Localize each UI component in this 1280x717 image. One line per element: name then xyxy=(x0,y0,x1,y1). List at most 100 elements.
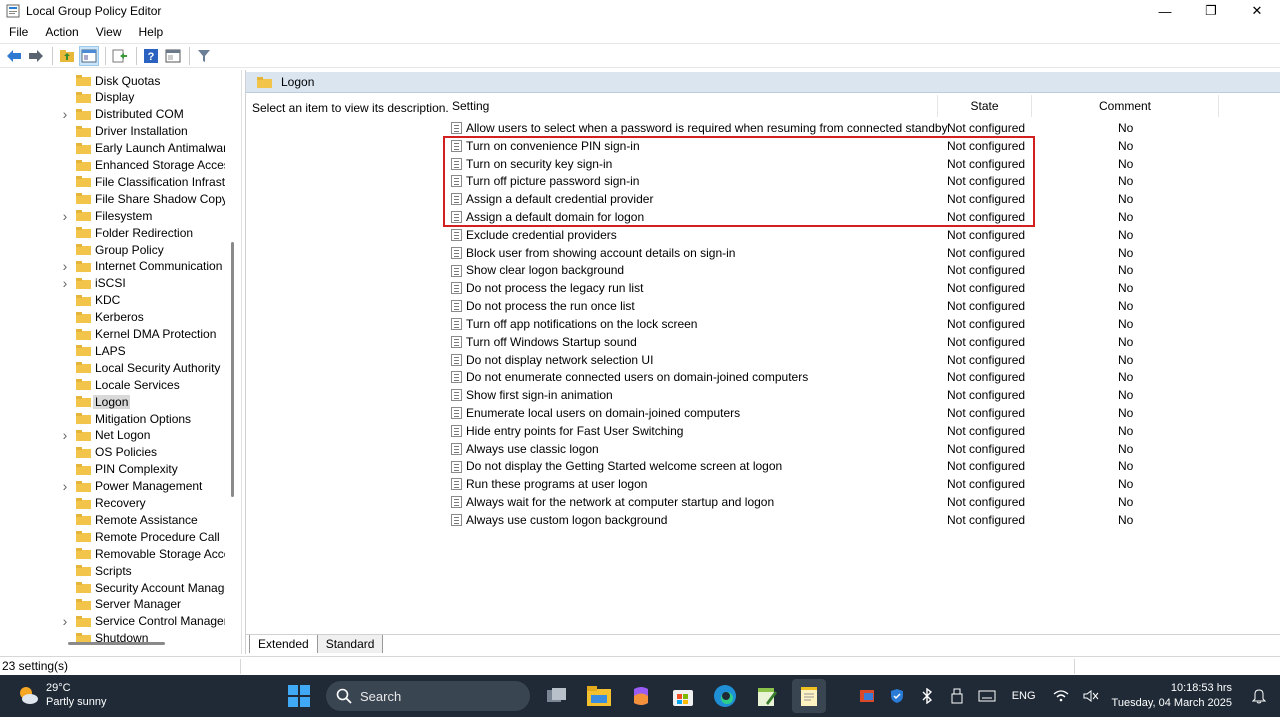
properties-button[interactable] xyxy=(163,46,183,66)
tree-item[interactable]: Scripts xyxy=(0,562,241,579)
usb-icon[interactable] xyxy=(946,685,968,707)
close-button[interactable]: ✕ xyxy=(1234,0,1280,22)
wifi-icon[interactable] xyxy=(1050,685,1072,707)
defender-tray-icon[interactable] xyxy=(886,685,908,707)
tree-pane[interactable]: Disk Quotas Display › Distributed COM Driver… xyxy=(0,70,242,654)
edge-button[interactable] xyxy=(708,679,742,713)
tree-item[interactable]: Enhanced Storage Access xyxy=(0,157,241,174)
tree-item[interactable]: › iSCSI xyxy=(0,275,241,292)
setting-row[interactable]: Always use classic logon Not configured No xyxy=(443,440,1243,458)
tree-item[interactable]: › Internet Communication M xyxy=(0,258,241,275)
tree-item[interactable]: Locale Services xyxy=(0,376,241,393)
setting-row[interactable]: Exclude credential providers Not configur… xyxy=(443,226,1243,244)
menu-action[interactable]: Action xyxy=(36,25,86,39)
bluetooth-icon[interactable] xyxy=(916,685,938,707)
setting-row[interactable]: Turn off Windows Startup sound Not config… xyxy=(443,333,1243,351)
task-view-button[interactable] xyxy=(540,679,574,713)
setting-row[interactable]: Do not process the run once list Not conf… xyxy=(443,297,1243,315)
setting-row[interactable]: Assign a default domain for logon Not con… xyxy=(443,208,1243,226)
setting-row[interactable]: Do not display network selection UI Not c… xyxy=(443,351,1243,369)
file-explorer-button[interactable] xyxy=(582,679,616,713)
tree-item[interactable]: › Net Logon xyxy=(0,427,241,444)
setting-row[interactable]: Hide entry points for Fast User Switchin… xyxy=(443,422,1243,440)
setting-row[interactable]: Turn on security key sign-in Not configur… xyxy=(443,155,1243,173)
tree-item[interactable]: Folder Redirection xyxy=(0,224,241,241)
column-header-setting[interactable]: Setting xyxy=(443,95,938,117)
column-header-state[interactable]: State xyxy=(938,95,1032,117)
chevron-right-icon[interactable]: › xyxy=(60,427,70,444)
tab-standard[interactable]: Standard xyxy=(317,635,384,653)
tree-item[interactable]: Early Launch Antimalware xyxy=(0,140,241,157)
chevron-right-icon[interactable]: › xyxy=(60,275,70,292)
setting-row[interactable]: Do not process the legacy run list Not co… xyxy=(443,279,1243,297)
keyboard-icon[interactable] xyxy=(976,685,998,707)
tree-item[interactable]: Logon xyxy=(0,393,241,410)
up-one-level-button[interactable] xyxy=(57,46,77,66)
chevron-right-icon[interactable]: › xyxy=(60,106,70,123)
setting-row[interactable]: Assign a default credential provider Not … xyxy=(443,190,1243,208)
export-list-button[interactable] xyxy=(110,46,130,66)
tree-item[interactable]: File Classification Infrastru xyxy=(0,173,241,190)
show-hide-tree-button[interactable] xyxy=(79,45,99,66)
tree-item[interactable]: KDC xyxy=(0,292,241,309)
tree-item[interactable]: OS Policies xyxy=(0,444,241,461)
column-header-comment[interactable]: Comment xyxy=(1032,95,1219,117)
tree-item[interactable]: Local Security Authority xyxy=(0,359,241,376)
copilot-button[interactable] xyxy=(624,679,658,713)
notepad-button[interactable] xyxy=(792,679,826,713)
notepad-plus-button[interactable] xyxy=(750,679,784,713)
tree-item[interactable]: LAPS xyxy=(0,342,241,359)
help-button[interactable]: ? xyxy=(141,46,161,66)
tree-item[interactable]: PIN Complexity xyxy=(0,461,241,478)
tree-item[interactable]: › Service Control Manager S xyxy=(0,613,241,630)
setting-row[interactable]: Always use custom logon background Not co… xyxy=(443,511,1243,529)
tree-item[interactable]: Kernel DMA Protection xyxy=(0,326,241,343)
tab-extended[interactable]: Extended xyxy=(249,635,318,653)
microsoft-store-button[interactable] xyxy=(666,679,700,713)
filter-button[interactable] xyxy=(194,46,214,66)
setting-row[interactable]: Show first sign-in animation Not configur… xyxy=(443,386,1243,404)
chevron-right-icon[interactable]: › xyxy=(60,258,70,275)
setting-row[interactable]: Turn on convenience PIN sign-in Not confi… xyxy=(443,137,1243,155)
setting-row[interactable]: Do not display the Getting Started welco… xyxy=(443,458,1243,476)
scrollbar-thumb[interactable] xyxy=(231,242,234,497)
setting-row[interactable]: Run these programs at user logon Not conf… xyxy=(443,475,1243,493)
tree-item[interactable]: Driver Installation xyxy=(0,123,241,140)
start-button[interactable] xyxy=(282,679,316,713)
setting-row[interactable]: Turn off app notifications on the lock s… xyxy=(443,315,1243,333)
office-tray-icon[interactable] xyxy=(856,685,878,707)
setting-row[interactable]: Block user from showing account details … xyxy=(443,244,1243,262)
maximize-button[interactable]: ❐ xyxy=(1188,0,1234,22)
menu-view[interactable]: View xyxy=(87,25,130,39)
minimize-button[interactable]: — xyxy=(1142,0,1188,22)
setting-row[interactable]: Always wait for the network at computer … xyxy=(443,493,1243,511)
setting-row[interactable]: Show clear logon background Not configure… xyxy=(443,262,1243,280)
setting-row[interactable]: Do not enumerate connected users on doma… xyxy=(443,368,1243,386)
language-indicator[interactable]: ENG xyxy=(1012,690,1036,702)
setting-row[interactable]: Turn off picture password sign-in Not con… xyxy=(443,172,1243,190)
taskbar-search[interactable]: Search xyxy=(326,681,530,711)
back-button[interactable] xyxy=(4,46,24,66)
forward-button[interactable] xyxy=(26,46,46,66)
clock[interactable]: 10:18:53 hrs Tuesday, 04 March 2025 xyxy=(1112,681,1232,711)
tree-item[interactable]: Remote Procedure Call xyxy=(0,528,241,545)
tree-item[interactable]: Group Policy xyxy=(0,241,241,258)
tree-item[interactable]: Mitigation Options xyxy=(0,410,241,427)
tree-item[interactable]: › Filesystem xyxy=(0,207,241,224)
tree-item[interactable]: Kerberos xyxy=(0,309,241,326)
tree-item[interactable]: Display xyxy=(0,89,241,106)
speaker-muted-icon[interactable] xyxy=(1080,685,1102,707)
tree-item[interactable]: › Power Management xyxy=(0,478,241,495)
chevron-right-icon[interactable]: › xyxy=(60,613,70,630)
tree-item[interactable]: › Distributed COM xyxy=(0,106,241,123)
tree-item[interactable]: Recovery xyxy=(0,495,241,512)
weather-widget[interactable]: 29°C Partly sunny xyxy=(16,681,107,709)
notification-bell-icon[interactable] xyxy=(1248,685,1270,707)
tree-item[interactable]: Removable Storage Acces xyxy=(0,545,241,562)
tree-item[interactable]: Disk Quotas xyxy=(0,72,241,89)
tree-horizontal-scrollbar[interactable] xyxy=(68,642,165,645)
tree-item[interactable]: Server Manager xyxy=(0,596,241,613)
chevron-right-icon[interactable]: › xyxy=(60,478,70,495)
chevron-right-icon[interactable]: › xyxy=(60,207,70,224)
setting-row[interactable]: Enumerate local users on domain-joined c… xyxy=(443,404,1243,422)
